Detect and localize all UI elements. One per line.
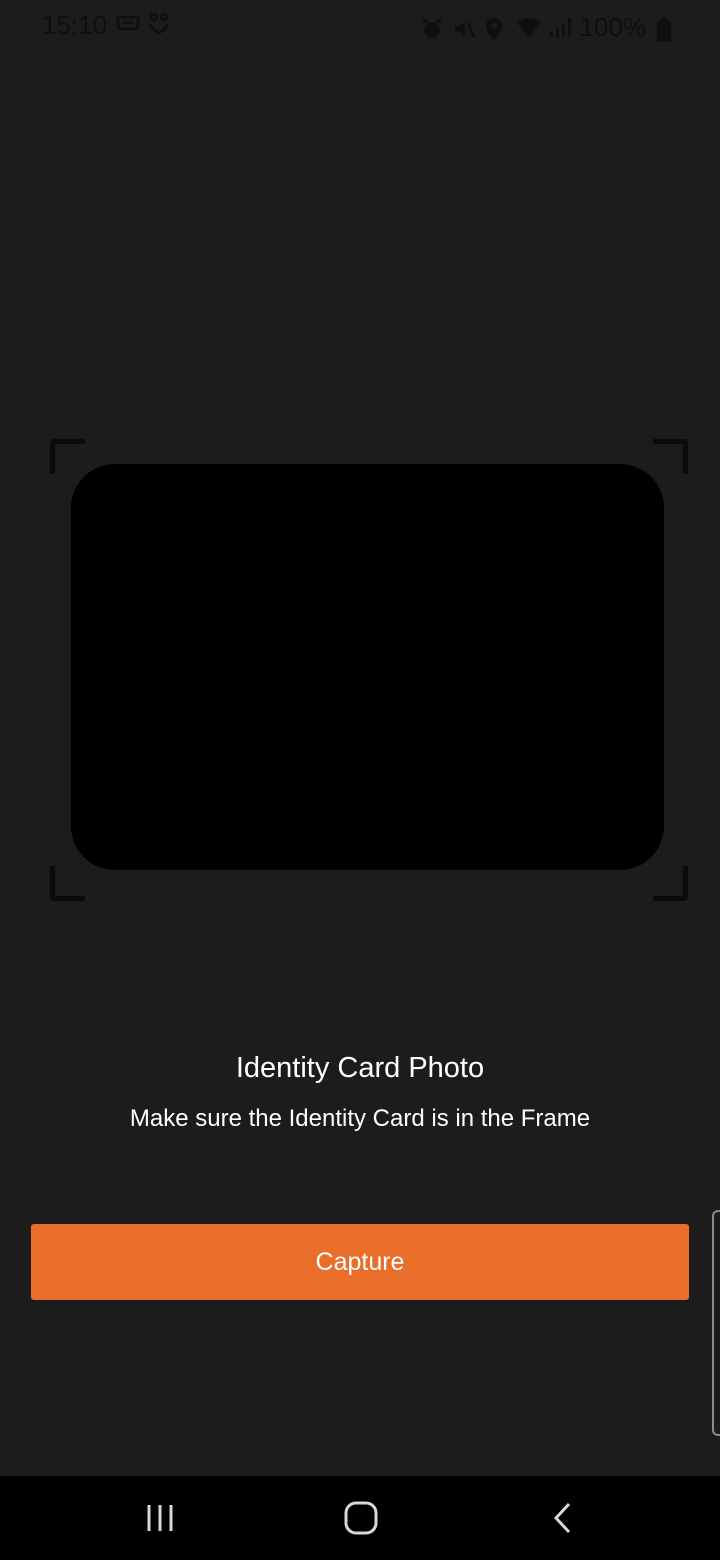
wifi-icon [516, 17, 541, 39]
home-button[interactable] [333, 1490, 389, 1546]
recent-apps-icon [147, 1505, 173, 1531]
recent-apps-button[interactable] [132, 1490, 188, 1546]
location-icon [484, 17, 506, 40]
frame-corner-top-right [653, 439, 688, 474]
status-time: 15:10 [42, 10, 108, 40]
edge-panel-handle[interactable] [712, 1210, 720, 1436]
mute-icon [452, 17, 475, 39]
capture-button[interactable]: Capture [31, 1224, 689, 1300]
keyboard-icon [116, 12, 140, 34]
capture-screen: 15:10 100% Identity Card Photo Make sure… [0, 0, 720, 1560]
frame-corner-bottom-left [50, 866, 85, 901]
capture-instruction: Make sure the Identity Card is in the Fr… [129, 1105, 591, 1132]
home-icon [344, 1501, 378, 1535]
status-left-icons [116, 12, 170, 34]
back-icon [553, 1502, 571, 1534]
battery-icon [656, 16, 678, 42]
capture-title: Identity Card Photo [235, 1052, 485, 1084]
battery-percentage: 100% [579, 12, 647, 42]
camera-preview-frame [71, 464, 664, 870]
status-bar: 15:10 100% [0, 0, 720, 52]
navigation-bar [0, 1476, 720, 1560]
frame-corner-top-left [50, 439, 85, 474]
frame-corner-bottom-right [653, 866, 688, 901]
status-right-icons: 100% [420, 12, 679, 43]
back-button[interactable] [535, 1490, 591, 1546]
signal-icon [548, 17, 571, 39]
accessibility-icon [146, 12, 170, 34]
alarm-icon [420, 17, 442, 39]
